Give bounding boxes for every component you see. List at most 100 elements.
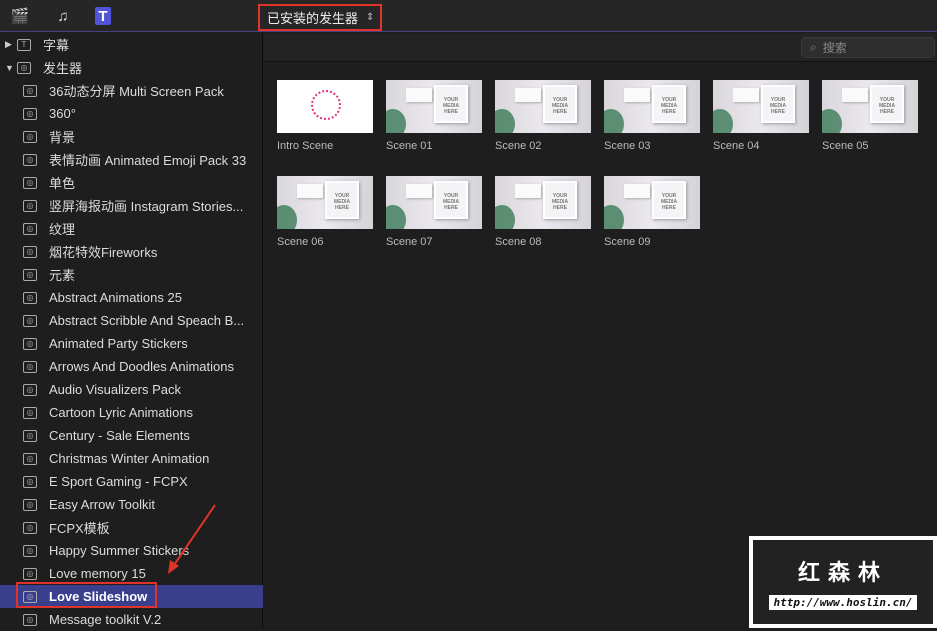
generator-tile[interactable]: YOUR MEDIA HERE Scene 03 xyxy=(604,80,700,152)
sidebar-item[interactable]: ◎ Abstract Animations 25 xyxy=(0,286,263,309)
caption-card xyxy=(406,88,432,102)
tile-label: Intro Scene xyxy=(277,140,334,152)
tile-label: Scene 07 xyxy=(386,236,433,248)
search-placeholder: 搜索 xyxy=(822,41,847,55)
sidebar-item[interactable]: ◎ 竖屏海报动画 Instagram Stories... xyxy=(0,194,263,217)
generator-tile[interactable]: YOUR MEDIA HERE Scene 02 xyxy=(495,80,591,152)
generator-icon: ◎ xyxy=(23,291,37,304)
music-photo-icon[interactable]: ♫ xyxy=(53,7,73,25)
generator-tile[interactable]: YOUR MEDIA HERE Scene 04 xyxy=(713,80,809,152)
sidebar-item[interactable]: ◎ 元素 xyxy=(0,263,263,286)
sidebar-item[interactable]: ◎ Century - Sale Elements xyxy=(0,424,263,447)
media-frame: YOUR MEDIA HERE xyxy=(870,85,904,123)
media-frame: YOUR MEDIA HERE xyxy=(434,181,468,219)
titles-generators-icon[interactable]: T xyxy=(95,7,111,25)
sidebar-item[interactable]: ◎ Abstract Scribble And Speach B... xyxy=(0,309,263,332)
media-frame: YOUR MEDIA HERE xyxy=(652,181,686,219)
intro-wreath xyxy=(311,90,341,120)
media-frame: YOUR MEDIA HERE xyxy=(325,181,359,219)
tile-thumbnail[interactable]: YOUR MEDIA HERE xyxy=(604,80,700,133)
sidebar-item-label: Abstract Animations 25 xyxy=(49,290,182,305)
generator-icon: ◎ xyxy=(23,176,37,189)
tile-thumbnail[interactable]: YOUR MEDIA HERE xyxy=(277,176,373,229)
search-input[interactable]: ⌕ 搜索 xyxy=(801,37,935,58)
sidebar-item[interactable]: ◎ Easy Arrow Toolkit xyxy=(0,493,263,516)
generator-icon: ◎ xyxy=(23,107,37,120)
tile-label: Scene 03 xyxy=(604,140,651,152)
generator-tile[interactable]: YOUR MEDIA HERE Scene 07 xyxy=(386,176,482,248)
generator-icon: ◎ xyxy=(23,314,37,327)
tile-label: Scene 05 xyxy=(822,140,869,152)
tile-thumbnail[interactable]: YOUR MEDIA HERE xyxy=(495,176,591,229)
sidebar-item-label: Message toolkit V.2 xyxy=(49,612,162,627)
tile-label: Scene 02 xyxy=(495,140,542,152)
sidebar-item[interactable]: ◎ 单色 xyxy=(0,171,263,194)
generator-icon: ◎ xyxy=(23,498,37,511)
generator-tile[interactable]: YOUR MEDIA HERE Scene 08 xyxy=(495,176,591,248)
sidebar-item[interactable]: ◎ 烟花特效Fireworks xyxy=(0,240,263,263)
sidebar-item[interactable]: ◎ Happy Summer Stickers xyxy=(0,539,263,562)
sidebar-item-label: 元素 xyxy=(49,268,76,283)
plant-decoration xyxy=(822,109,842,133)
generator-tile[interactable]: YOUR MEDIA HERE Scene 06 xyxy=(277,176,373,248)
sidebar-item[interactable]: ◎ Christmas Winter Animation xyxy=(0,447,263,470)
plant-decoration xyxy=(277,205,297,229)
tile-thumbnail[interactable]: YOUR MEDIA HERE xyxy=(386,80,482,133)
search-row: ⌕ 搜索 xyxy=(264,33,937,62)
sidebar-item[interactable]: ◎ Animated Party Stickers xyxy=(0,332,263,355)
sidebar-item[interactable]: ◎ 表情动画 Animated Emoji Pack 33 xyxy=(0,148,263,171)
generator-icon: ◎ xyxy=(23,452,37,465)
generator-icon: ◎ xyxy=(23,383,37,396)
tile-thumbnail[interactable]: YOUR MEDIA HERE xyxy=(386,176,482,229)
sidebar-item-label: 36动态分屏 Multi Screen Pack xyxy=(49,84,224,99)
generator-tile[interactable]: Intro Scene xyxy=(277,80,373,152)
tile-label: Scene 04 xyxy=(713,140,760,152)
sidebar-group[interactable]: ▼ ◎ 发生器 xyxy=(0,56,263,79)
clapper-star-icon[interactable]: 🎬 xyxy=(10,7,30,25)
generator-icon: ◎ xyxy=(23,544,37,557)
sidebar-item[interactable]: ◎ 背景 xyxy=(0,125,263,148)
plant-decoration xyxy=(604,205,624,229)
sidebar-item-label: Abstract Scribble And Speach B... xyxy=(49,313,245,328)
generator-icon: ◎ xyxy=(23,222,37,235)
generator-tile[interactable]: YOUR MEDIA HERE Scene 01 xyxy=(386,80,482,152)
disclosure-open-icon[interactable]: ▼ xyxy=(5,63,15,73)
plant-decoration xyxy=(495,109,515,133)
media-frame: YOUR MEDIA HERE xyxy=(434,85,468,123)
plant-decoration xyxy=(386,109,406,133)
sidebar-item[interactable]: ◎ Cartoon Lyric Animations xyxy=(0,401,263,424)
tile-label: Scene 08 xyxy=(495,236,542,248)
tile-thumbnail[interactable]: YOUR MEDIA HERE xyxy=(495,80,591,133)
tile-thumbnail[interactable] xyxy=(277,80,373,133)
tile-thumbnail[interactable]: YOUR MEDIA HERE xyxy=(604,176,700,229)
sidebar-item[interactable]: ◎ 360° xyxy=(0,102,263,125)
sidebar-item[interactable]: ◎ Audio Visualizers Pack xyxy=(0,378,263,401)
sidebar-item[interactable]: ◎ Arrows And Doodles Animations xyxy=(0,355,263,378)
sidebar-item[interactable]: ◎ FCPX模板 xyxy=(0,516,263,539)
sidebar-item-label: FCPX模板 xyxy=(49,521,110,536)
caption-card xyxy=(733,88,759,102)
generator-icon: ◎ xyxy=(23,521,37,534)
generator-icon: ◎ xyxy=(17,61,31,74)
sidebar-group[interactable]: ▶ T 字幕 xyxy=(0,33,263,56)
toolbar: 🎬 ♫ T 已安装的发生器 ⇕ xyxy=(0,0,937,32)
sidebar-item-label: Christmas Winter Animation xyxy=(49,451,210,466)
caption-card xyxy=(624,184,650,198)
highlight-box xyxy=(16,582,157,608)
sidebar-item[interactable]: ◎ 36动态分屏 Multi Screen Pack xyxy=(0,79,263,102)
generator-filter-dropdown[interactable]: 已安装的发生器 ⇕ xyxy=(258,4,382,31)
disclosure-closed-icon[interactable]: ▶ xyxy=(5,39,15,50)
sidebar-item[interactable]: ◎ 纹理 xyxy=(0,217,263,240)
sidebar: ▶ T 字幕 ▼ ◎ 发生器 ◎ 36动态分屏 Multi Screen Pack ◎ 360° ◎… xyxy=(0,33,263,628)
generator-icon: ◎ xyxy=(23,337,37,350)
watermark-title: 红森林 xyxy=(797,559,888,585)
generator-tile[interactable]: YOUR MEDIA HERE Scene 09 xyxy=(604,176,700,248)
generator-tile[interactable]: YOUR MEDIA HERE Scene 05 xyxy=(822,80,918,152)
tile-thumbnail[interactable]: YOUR MEDIA HERE xyxy=(822,80,918,133)
tile-thumbnail[interactable]: YOUR MEDIA HERE xyxy=(713,80,809,133)
search-icon: ⌕ xyxy=(810,40,817,54)
generator-icon: ◎ xyxy=(23,567,37,580)
sidebar-item-label: 表情动画 Animated Emoji Pack 33 xyxy=(49,153,247,168)
sidebar-item[interactable]: ◎ E Sport Gaming - FCPX xyxy=(0,470,263,493)
dropdown-label: 已安装的发生器 xyxy=(267,11,359,26)
